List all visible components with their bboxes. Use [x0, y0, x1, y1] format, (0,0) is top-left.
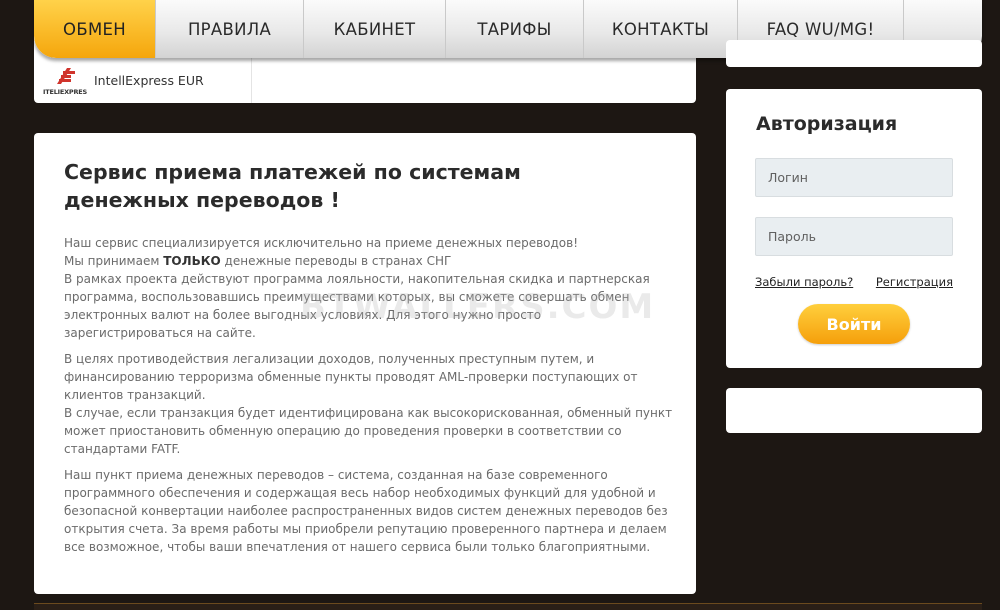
nav-item-rules[interactable]: ПРАВИЛА	[156, 0, 304, 58]
about-paragraph: Наш пункт приема денежных переводов – си…	[64, 468, 668, 554]
aml-line-1: В целях противодействия легализации дохо…	[64, 352, 638, 402]
aml-line-2: В случае, если транзакция будет идентифи…	[64, 406, 673, 456]
page-title: Сервис приема платежей по системам денеж…	[64, 160, 521, 212]
logo-text: ITELIEXPRES	[43, 87, 87, 96]
exchange-direction-item[interactable]: ITELIEXPRES IntellExpress EUR	[34, 58, 252, 103]
forgot-password-link[interactable]: Забыли пароль?	[755, 275, 853, 289]
intro-line-2-start: Мы принимаем	[64, 254, 164, 268]
intro-paragraph: Наш сервис специализируется исключительн…	[64, 234, 674, 342]
intro-line-2-end: денежные переводы в странах СНГ	[220, 254, 452, 268]
register-link[interactable]: Регистрация	[876, 275, 953, 289]
intro-line-1: Наш сервис специализируется исключительн…	[64, 236, 579, 250]
auth-title: Авторизация	[756, 113, 898, 135]
main-body: Наш сервис специализируется исключительн…	[64, 234, 674, 564]
sidebar-top-card	[726, 40, 982, 67]
intro-line-2-emphasis: ТОЛЬКО	[163, 254, 221, 268]
password-input[interactable]	[755, 217, 953, 256]
footer-edge	[34, 603, 982, 610]
intellexpress-logo: ITELIEXPRES	[43, 66, 87, 96]
aml-paragraph: В целях противодействия легализации дохо…	[64, 350, 674, 458]
nav-item-contacts[interactable]: КОНТАКТЫ	[584, 0, 738, 58]
intro-line-3: В рамках проекта действуют программа лоя…	[64, 272, 650, 340]
nav-item-cabinet[interactable]: КАБИНЕТ	[304, 0, 446, 58]
nav-item-exchange[interactable]: ОБМЕН	[34, 0, 156, 58]
login-button[interactable]: Войти	[798, 304, 910, 344]
intellexpress-logo-icon	[57, 67, 75, 84]
sidebar-bottom-card	[726, 388, 982, 433]
auth-card: Авторизация Забыли пароль? Регистрация В…	[726, 89, 982, 368]
main-content-card: Сервис приема платежей по системам денеж…	[34, 133, 696, 594]
login-input[interactable]	[755, 158, 953, 197]
nav-item-tariffs[interactable]: ТАРИФЫ	[446, 0, 584, 58]
exchange-direction-label: IntellExpress EUR	[94, 73, 204, 88]
